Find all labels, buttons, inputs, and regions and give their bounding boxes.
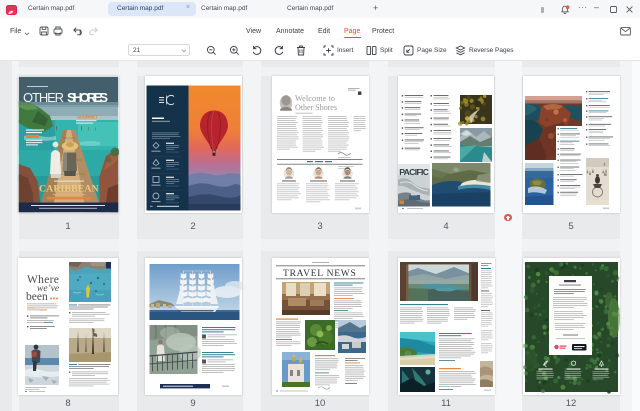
- svg-text:GOURMET: GOURMET: [77, 115, 98, 120]
- svg-text:TRAVEL NEWS: TRAVEL NEWS: [283, 269, 358, 279]
- svg-text:Other Shores: Other Shores: [295, 103, 337, 112]
- svg-text:Welcome to: Welcome to: [295, 94, 335, 103]
- svg-text:SHORES: SHORES: [67, 90, 108, 105]
- svg-text:CARIBBEAN: CARIBBEAN: [39, 184, 99, 195]
- svg-text:OTHER: OTHER: [23, 90, 64, 105]
- svg-text:PACIFIC: PACIFIC: [399, 167, 429, 177]
- svg-text:been: been: [26, 291, 48, 303]
